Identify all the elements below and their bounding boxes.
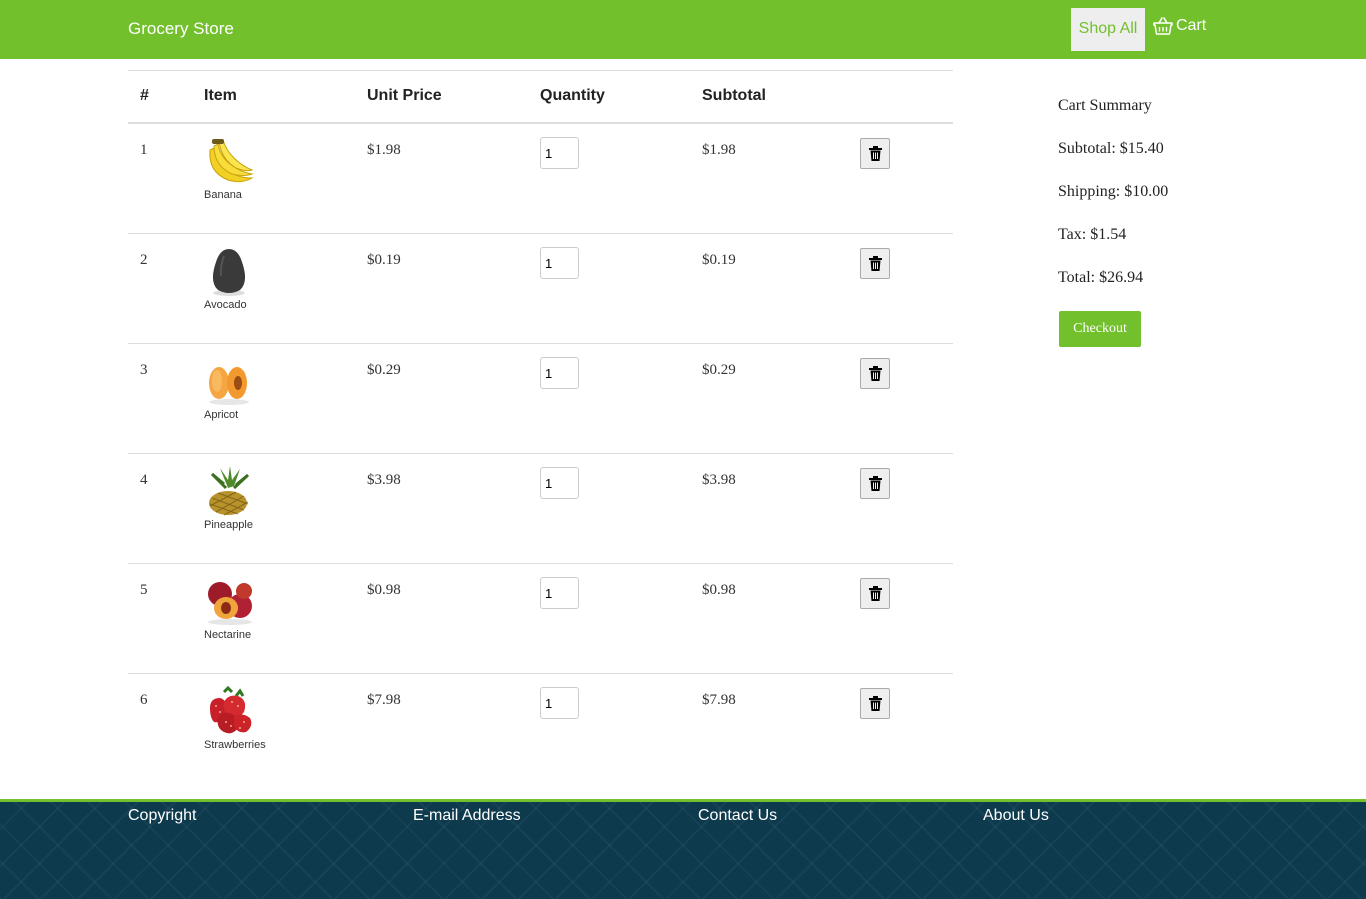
remove-item-button[interactable]: [860, 578, 890, 609]
footer: Copyright E-mail Address Contact Us Abou…: [0, 799, 1366, 899]
row-subtotal: $0.19: [702, 252, 736, 268]
table-row: 3 Apricot $0.29 $0.29: [128, 344, 953, 454]
quantity-input[interactable]: [540, 247, 579, 279]
item-name: Banana: [204, 189, 242, 201]
banana-icon: [209, 139, 254, 183]
trash-icon: [868, 256, 882, 271]
item-name: Avocado: [204, 299, 247, 311]
unit-price: $3.98: [367, 472, 401, 488]
summary-tax: Tax: $1.54: [1058, 226, 1127, 243]
summary-total: Total: $26.94: [1058, 269, 1144, 286]
remove-item-button[interactable]: [860, 248, 890, 279]
footer-copyright[interactable]: Copyright: [128, 807, 196, 825]
footer-email[interactable]: E-mail Address: [413, 807, 521, 825]
quantity-input[interactable]: [540, 577, 579, 609]
row-number: 6: [140, 692, 148, 708]
remove-item-button[interactable]: [860, 358, 890, 389]
row-number: 1: [140, 142, 148, 158]
item-name: Strawberries: [204, 739, 266, 751]
row-number: 4: [140, 472, 148, 488]
cart-link[interactable]: Cart: [1153, 17, 1206, 35]
quantity-input[interactable]: [540, 687, 579, 719]
row-subtotal: $3.98: [702, 472, 736, 488]
apricot-icon: [209, 367, 249, 405]
trash-icon: [868, 146, 882, 161]
basket-icon: [1153, 17, 1173, 35]
summary-title: Cart Summary: [1058, 97, 1152, 114]
cart-summary: Cart Summary Subtotal: $15.40 Shipping: …: [1058, 97, 1258, 312]
trash-icon: [868, 696, 882, 711]
header-unit-price: Unit Price: [367, 87, 442, 104]
remove-item-button[interactable]: [860, 468, 890, 499]
row-subtotal: $0.98: [702, 582, 736, 598]
row-number: 5: [140, 582, 148, 598]
table-row: 6 Strawberries $7.98 $7.98: [128, 674, 953, 784]
trash-icon: [868, 476, 882, 491]
cart-label: Cart: [1176, 17, 1207, 34]
quantity-input[interactable]: [540, 467, 579, 499]
shop-all-link[interactable]: Shop All: [1071, 8, 1145, 51]
summary-shipping: Shipping: $10.00: [1058, 183, 1169, 200]
header-subtotal: Subtotal: [702, 87, 766, 104]
avocado-icon: [212, 249, 246, 296]
table-row: 1 Banana $1.98 $1.98: [128, 124, 953, 234]
unit-price: $0.98: [367, 582, 401, 598]
summary-subtotal: Subtotal: $15.40: [1058, 140, 1164, 157]
nectarine-icon: [208, 582, 252, 625]
brand-link[interactable]: Grocery Store: [128, 19, 234, 39]
quantity-input[interactable]: [540, 357, 579, 389]
table-row: 4 Pineapple $3.98 $3.98: [128, 454, 953, 564]
unit-price: $0.29: [367, 362, 401, 378]
trash-icon: [868, 586, 882, 601]
strawberries-icon: [210, 686, 252, 734]
pineapple-icon: [209, 466, 250, 516]
remove-item-button[interactable]: [860, 688, 890, 719]
checkout-button[interactable]: Checkout: [1059, 311, 1141, 347]
unit-price: $0.19: [367, 252, 401, 268]
table-row: 5 Nectarine $0.98 $0.98: [128, 564, 953, 674]
item-name: Apricot: [204, 409, 239, 421]
table-row: 2 Avocado $0.19 $0.19: [128, 234, 953, 344]
footer-about[interactable]: About Us: [983, 807, 1049, 825]
item-name: Pineapple: [204, 519, 253, 531]
quantity-input[interactable]: [540, 137, 579, 169]
remove-item-button[interactable]: [860, 138, 890, 169]
header-item: Item: [204, 87, 237, 104]
row-number: 3: [140, 362, 148, 378]
table-header: # Item Unit Price Quantity Subtotal: [128, 70, 953, 124]
navbar: Grocery Store Shop All Cart: [0, 0, 1366, 59]
header-quantity: Quantity: [540, 87, 605, 104]
unit-price: $1.98: [367, 142, 401, 158]
header-number: #: [140, 87, 149, 104]
row-subtotal: $1.98: [702, 142, 736, 158]
unit-price: $7.98: [367, 692, 401, 708]
row-subtotal: $7.98: [702, 692, 736, 708]
row-number: 2: [140, 252, 148, 268]
item-name: Nectarine: [204, 629, 252, 641]
row-subtotal: $0.29: [702, 362, 736, 378]
trash-icon: [868, 366, 882, 381]
footer-contact[interactable]: Contact Us: [698, 807, 777, 825]
cart-table: # Item Unit Price Quantity Subtotal 1 Ba…: [128, 70, 953, 784]
